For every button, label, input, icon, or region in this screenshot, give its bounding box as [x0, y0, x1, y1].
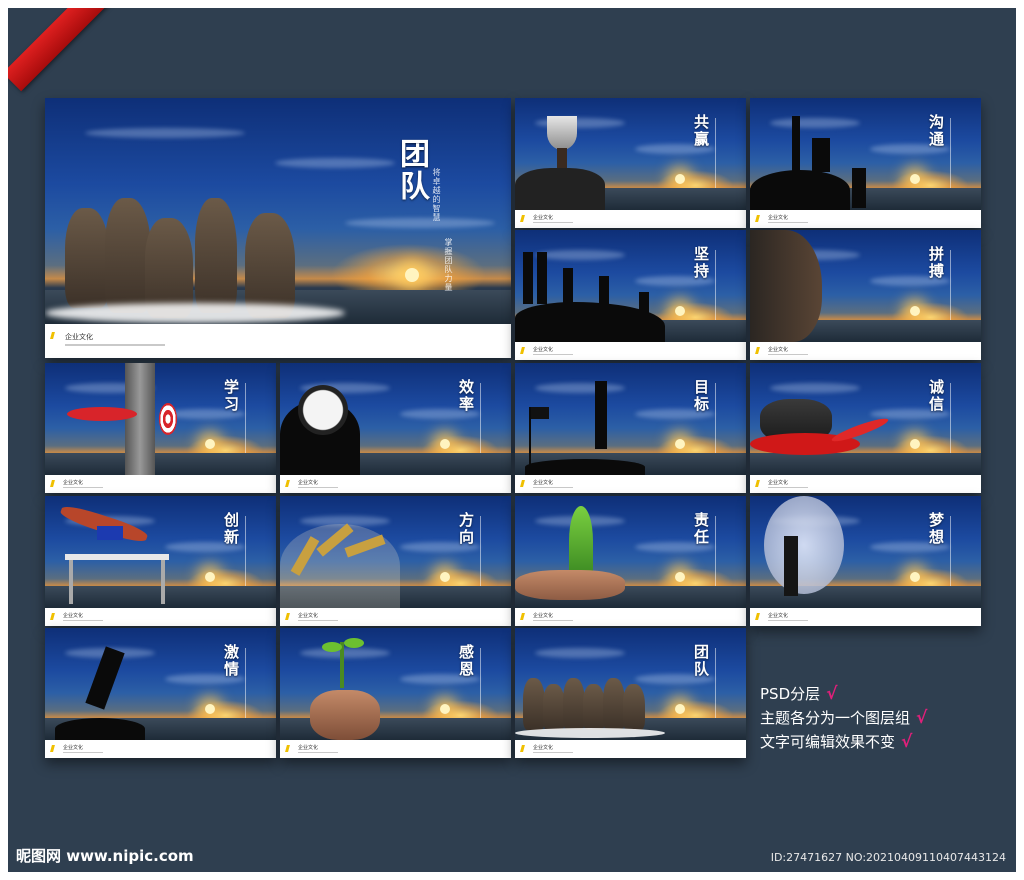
panel-footer-label: 企业文化 [533, 480, 554, 486]
panel-card[interactable]: 激情企业文化 [45, 628, 276, 758]
panel-subtitle-line [950, 516, 951, 586]
panel-title: 学习 [222, 379, 240, 413]
panel-title: 激情 [222, 644, 240, 678]
panel-footer-label: 企业文化 [768, 215, 789, 221]
panel-footer: 企业文化 [45, 740, 276, 758]
note-layer-groups: 主题各分为一个图层组 √ [760, 708, 928, 728]
panel-subtitle-line [245, 383, 246, 453]
panel-card[interactable]: 方向企业文化 [280, 496, 511, 626]
panel-footer-label: 企业文化 [298, 480, 319, 486]
panel-footer: 企业文化 [515, 475, 746, 493]
panel-subtitle-line [715, 383, 716, 453]
cover-title: 团队 [394, 138, 429, 202]
panel-title: 目标 [692, 379, 710, 413]
panel-title: 团队 [692, 644, 710, 678]
panel-footer: 企业文化 [280, 608, 511, 626]
panel-footer: 企业文化 [515, 740, 746, 758]
panel-card[interactable]: 共赢企业文化 [515, 98, 746, 228]
panel-footer-label: 企业文化 [533, 215, 554, 221]
panel-title: 坚持 [692, 246, 710, 280]
panel-title: 沟通 [927, 114, 945, 148]
panel-footer: 企业文化 [750, 475, 981, 493]
feature-notes: PSD分层 √ 主题各分为一个图层组 √ 文字可编辑效果不变 √ [760, 682, 927, 754]
panel-footer: 企业文化 [515, 342, 746, 360]
panel-title: 方向 [457, 512, 475, 546]
preview-frame: 团队 将卓越的智慧 掌握团队力量 企业文化 共赢 企业文化 沟通 企业文化 坚持 企业文化… [8, 8, 1016, 872]
panel-subtitle-line [480, 648, 481, 718]
panel-footer: 企业文化 [280, 475, 511, 493]
panel-title: 感恩 [457, 644, 475, 678]
check-icon: √ [916, 708, 928, 728]
panel-card[interactable]: 目标企业文化 [515, 363, 746, 493]
panel-footer-label: 企业文化 [768, 480, 789, 486]
check-icon: √ [826, 684, 838, 704]
panel-title: 共赢 [692, 114, 710, 148]
panel-footer-label: 企业文化 [768, 613, 789, 619]
panel-footer: 企业文化 [280, 740, 511, 758]
panel-subtitle-line [715, 648, 716, 718]
panel-subtitle-line [245, 516, 246, 586]
panel-footer-label: 企业文化 [63, 613, 84, 619]
check-icon: √ [901, 732, 913, 752]
note-editable-text: 文字可编辑效果不变 √ [760, 732, 913, 752]
panel-title: 创新 [222, 512, 240, 546]
panel-footer: 企业文化 [750, 210, 981, 228]
panel-card[interactable]: 沟通企业文化 [750, 98, 981, 228]
panel-subtitle-line [480, 516, 481, 586]
panel-footer-label: 企业文化 [63, 480, 84, 486]
panel-subtitle-line [480, 383, 481, 453]
panel-footer: 企业文化 [750, 608, 981, 626]
panel-subtitle-line [950, 383, 951, 453]
panel-subtitle-line [715, 250, 716, 320]
note-psd-layers: PSD分层 √ [760, 684, 838, 704]
panel-card[interactable]: 诚信企业文化 [750, 363, 981, 493]
panel-card[interactable]: 责任企业文化 [515, 496, 746, 626]
panel-footer: 企业文化 [515, 210, 746, 228]
panel-footer-label: 企业文化 [298, 613, 319, 619]
panel-footer-label: 企业文化 [63, 745, 84, 751]
panel-footer: 企业文化 [750, 342, 981, 360]
image-id: ID:27471627 NO:20210409110407443124 [770, 851, 1006, 864]
panel-subtitle-line [245, 648, 246, 718]
corner-ribbon [8, 8, 128, 92]
cover-subtitle-a: 将卓越的智慧 [432, 168, 441, 222]
panel-card[interactable]: 创新企业文化 [45, 496, 276, 626]
panel-title: 效率 [457, 379, 475, 413]
cover-footer-label: 企业文化 [65, 333, 93, 341]
panel-card[interactable]: 梦想企业文化 [750, 496, 981, 626]
panel-card[interactable]: 学习企业文化 [45, 363, 276, 493]
panel-card[interactable]: 拼搏企业文化 [750, 230, 981, 360]
panel-title: 拼搏 [927, 246, 945, 280]
panel-footer: 企业文化 [515, 608, 746, 626]
panel-footer: 企业文化 [45, 475, 276, 493]
panel-footer-label: 企业文化 [533, 613, 554, 619]
panel-footer-label: 企业文化 [533, 347, 554, 353]
panel-subtitle-line [715, 516, 716, 586]
panel-footer-label: 企业文化 [298, 745, 319, 751]
panel-title: 诚信 [927, 379, 945, 413]
site-watermark: 昵图网 www.nipic.com [16, 847, 194, 865]
cover-subtitle-b: 掌握团队力量 [444, 238, 453, 292]
panel-subtitle-line [950, 250, 951, 320]
panel-title: 梦想 [927, 512, 945, 546]
panel-title: 责任 [692, 512, 710, 546]
panel-card[interactable]: 感恩企业文化 [280, 628, 511, 758]
panel-footer: 企业文化 [45, 608, 276, 626]
cover-panel[interactable]: 团队 将卓越的智慧 掌握团队力量 企业文化 [45, 98, 511, 358]
panel-subtitle-line [950, 118, 951, 188]
panel-card[interactable]: 团队企业文化 [515, 628, 746, 758]
panel-subtitle-line [715, 118, 716, 188]
panel-footer-label: 企业文化 [533, 745, 554, 751]
panel-card[interactable]: 坚持企业文化 [515, 230, 746, 360]
panel-footer-label: 企业文化 [768, 347, 789, 353]
panel-card[interactable]: 效率企业文化 [280, 363, 511, 493]
